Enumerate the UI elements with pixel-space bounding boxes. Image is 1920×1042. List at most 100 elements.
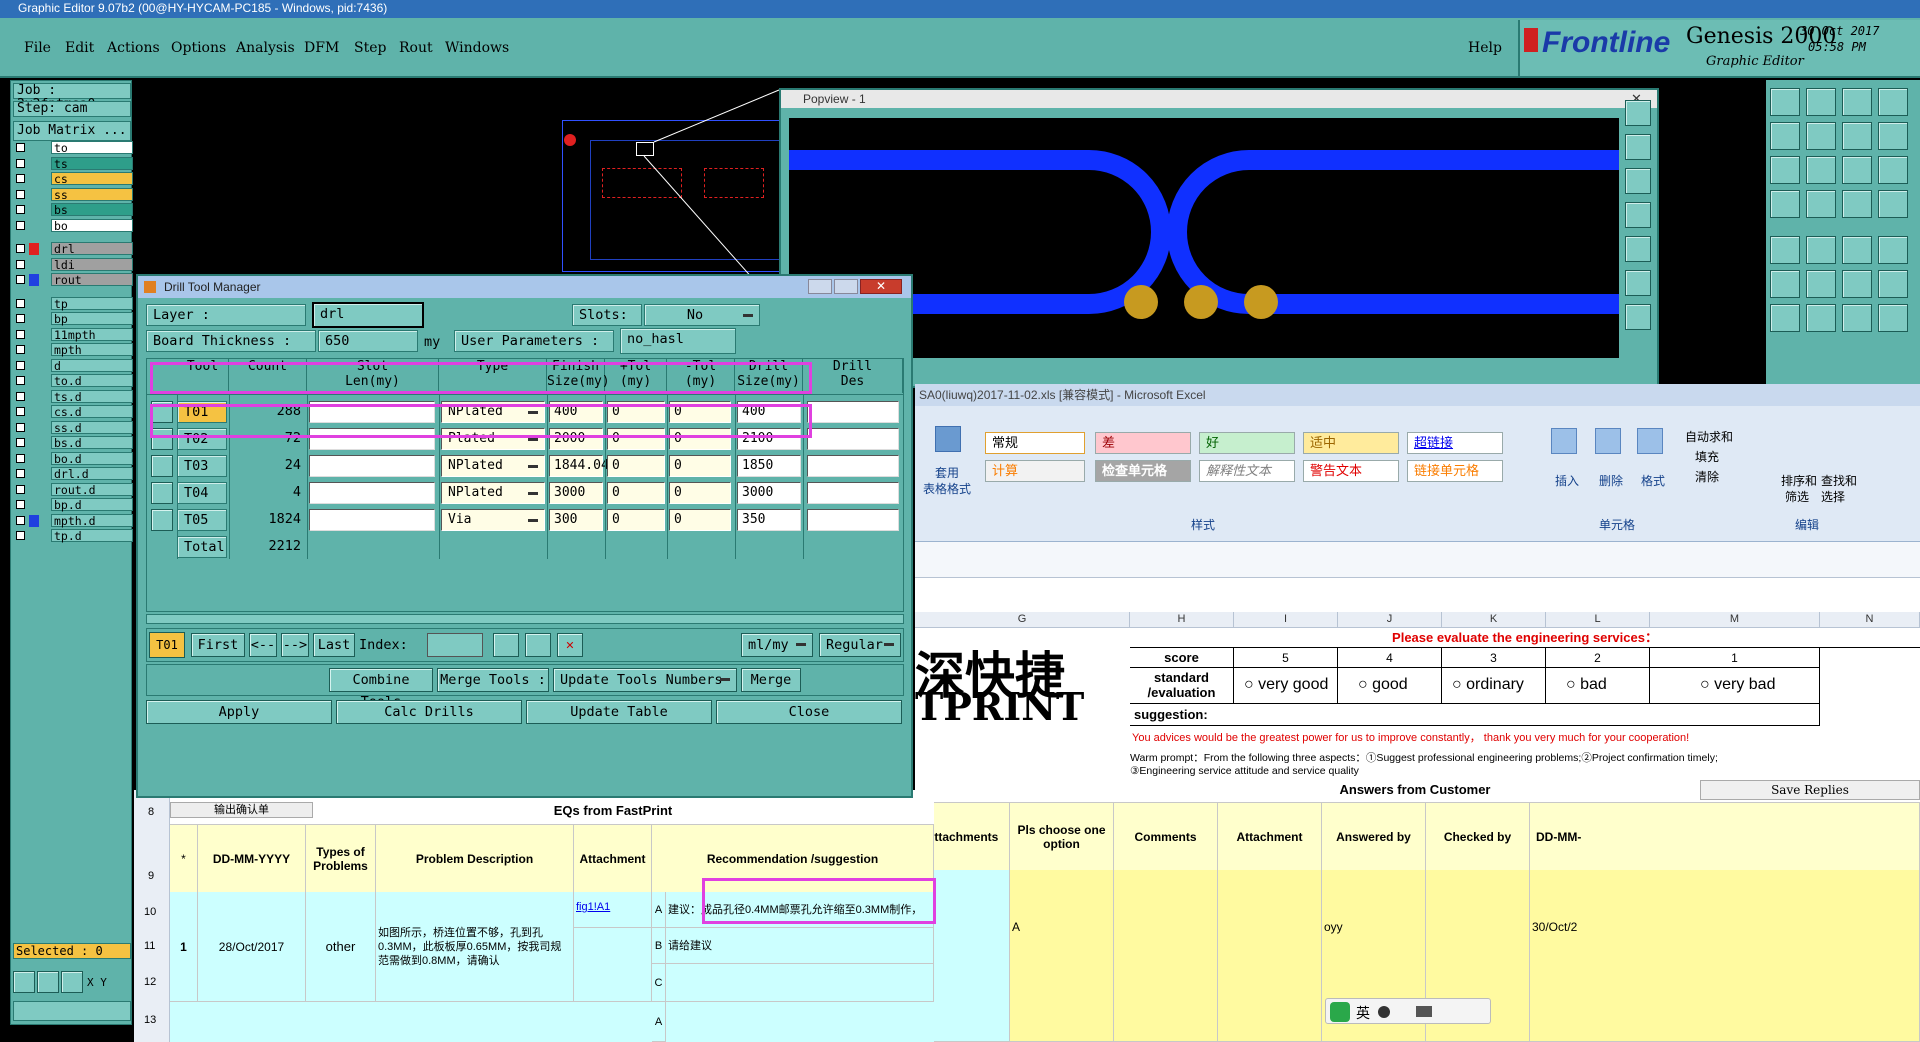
layer-name[interactable]: rout: [51, 273, 133, 287]
answer-comments-cell[interactable]: [1114, 870, 1218, 1042]
delete-cells-icon[interactable]: [1595, 428, 1621, 454]
layer-row[interactable]: bs.d: [13, 436, 133, 450]
layer-name[interactable]: to.d: [51, 374, 133, 388]
column-header[interactable]: I: [1234, 612, 1338, 628]
layer-name[interactable]: cs: [51, 172, 133, 186]
formula-bar[interactable]: [915, 542, 1920, 578]
update-numbers-dropdown[interactable]: Update Tools Numbers: [553, 668, 737, 692]
layer-name[interactable]: rout.d: [51, 482, 133, 496]
save-replies-button[interactable]: Save Replies: [1700, 780, 1920, 800]
type-dropdown[interactable]: NPlated: [441, 455, 545, 477]
layer-name[interactable]: 11mpth: [51, 327, 133, 341]
sogou-icon[interactable]: [1330, 1002, 1350, 1022]
layer-name[interactable]: bo: [51, 218, 133, 232]
layer-row[interactable]: rout: [13, 273, 133, 287]
layer-checkbox[interactable]: [16, 314, 25, 323]
drill-size-input[interactable]: 3000: [737, 482, 801, 504]
drill-des-input[interactable]: [807, 401, 899, 423]
radio-very-good[interactable]: ○ very good: [1234, 668, 1338, 704]
layer-name[interactable]: mpth: [51, 343, 133, 357]
finish-size-input[interactable]: 2000: [549, 428, 603, 450]
minus-tol-input[interactable]: 0: [669, 455, 731, 477]
pan-icon[interactable]: [1625, 202, 1651, 228]
mode-dropdown[interactable]: Regular: [819, 633, 901, 657]
find-button[interactable]: 查找和: [1821, 472, 1857, 489]
edit-icon[interactable]: [1770, 190, 1800, 218]
slot-len-input[interactable]: [309, 482, 435, 504]
radio-very-bad[interactable]: ○ very bad: [1650, 668, 1820, 704]
layer-row[interactable]: tp: [13, 296, 133, 311]
help-icon[interactable]: [1878, 122, 1908, 150]
filter-icon[interactable]: [1878, 304, 1908, 332]
style-explanatory[interactable]: 解释性文本: [1199, 460, 1295, 482]
answer-attachment-cell[interactable]: [1218, 870, 1322, 1042]
plus-tol-input[interactable]: 0: [607, 509, 665, 531]
row-select-icon[interactable]: [151, 509, 173, 531]
ruler-icon[interactable]: [1842, 236, 1872, 264]
update-table-button[interactable]: Update Table: [526, 700, 712, 724]
row-select-icon[interactable]: [151, 428, 173, 450]
layer-checkbox[interactable]: [16, 391, 25, 401]
rec-a[interactable]: 建议：成品孔径0.4MM邮票孔允许缩至0.3MM制作，满足我司规范: [666, 892, 934, 928]
style-linked[interactable]: 链接单元格: [1407, 460, 1503, 482]
edit-line-icon[interactable]: [1806, 304, 1836, 332]
drill-size-input[interactable]: 1850: [737, 455, 801, 477]
column-header[interactable]: L: [1546, 612, 1650, 628]
sort-button[interactable]: 排序和: [1781, 472, 1817, 489]
layer-row[interactable]: bo: [13, 218, 133, 233]
eq-date[interactable]: 28/Oct/2017: [198, 892, 306, 1002]
rec-c[interactable]: [666, 964, 934, 1002]
layer-name[interactable]: cs.d: [51, 405, 133, 419]
layer-checkbox[interactable]: [16, 174, 25, 183]
menu-file[interactable]: File: [24, 40, 51, 56]
column-header[interactable]: J: [1338, 612, 1442, 628]
ime-fullwidth-icon[interactable]: [1378, 1006, 1390, 1018]
radio-ordinary[interactable]: ○ ordinary: [1442, 668, 1546, 704]
grid-icon[interactable]: [1806, 190, 1836, 218]
layer-name[interactable]: bo.d: [51, 451, 133, 465]
layer-row[interactable]: bp.d: [13, 498, 133, 512]
refresh-icon[interactable]: [1625, 270, 1651, 296]
zoom-tool-icon[interactable]: [13, 971, 35, 993]
style-bad[interactable]: 差: [1095, 432, 1191, 454]
menu-step[interactable]: Step: [354, 40, 386, 56]
eq-attachment-link[interactable]: fig1!A1: [574, 892, 652, 928]
tool-row[interactable]: T01 288 NPlated 400 0 0 400: [147, 399, 903, 425]
style-good[interactable]: 好: [1199, 432, 1295, 454]
popview-canvas[interactable]: [789, 118, 1619, 358]
delete-icon[interactable]: ✕: [557, 633, 583, 657]
slot-len-input[interactable]: [309, 455, 435, 477]
layer-name[interactable]: to: [51, 141, 133, 155]
drill-size-input[interactable]: 400: [737, 401, 801, 423]
close-icon[interactable]: ✕: [860, 279, 902, 294]
next-button[interactable]: -->: [281, 633, 309, 657]
combine-tools-button[interactable]: Combine Tools: [329, 668, 433, 710]
drill-des-input[interactable]: [807, 482, 899, 504]
layer-row[interactable]: 11mpth: [13, 327, 133, 342]
layer-row[interactable]: cs: [13, 172, 133, 186]
format-cells-icon[interactable]: [1637, 428, 1663, 454]
layer-row[interactable]: ss: [13, 187, 133, 202]
apply-button[interactable]: Apply: [146, 700, 332, 724]
layer-checkbox[interactable]: [16, 376, 25, 385]
layer-checkbox[interactable]: [16, 500, 25, 509]
table-view-icon[interactable]: [525, 633, 551, 657]
minimize-icon[interactable]: [808, 279, 832, 294]
menu-edit[interactable]: Edit: [65, 40, 94, 56]
layer-row[interactable]: ldi: [13, 257, 133, 272]
polygon-icon[interactable]: [1806, 236, 1836, 264]
menu-actions[interactable]: Actions: [107, 40, 160, 56]
minus-tol-input[interactable]: 0: [669, 509, 731, 531]
layer-row[interactable]: drl: [13, 242, 133, 256]
layer-checkbox[interactable]: [16, 143, 25, 152]
type-dropdown[interactable]: NPlated: [441, 482, 545, 504]
menu-dfm[interactable]: DFM: [304, 40, 339, 56]
minus-tol-input[interactable]: 0: [669, 401, 731, 423]
ime-toolbar[interactable]: 英: [1325, 998, 1491, 1024]
index-field[interactable]: [427, 633, 483, 657]
layer-name[interactable]: tp.d: [51, 529, 133, 543]
radio-bad[interactable]: ○ bad: [1546, 668, 1650, 704]
column-header[interactable]: N: [1820, 612, 1920, 628]
layer-row[interactable]: to.d: [13, 374, 133, 388]
add-pad-icon[interactable]: [1770, 236, 1800, 264]
